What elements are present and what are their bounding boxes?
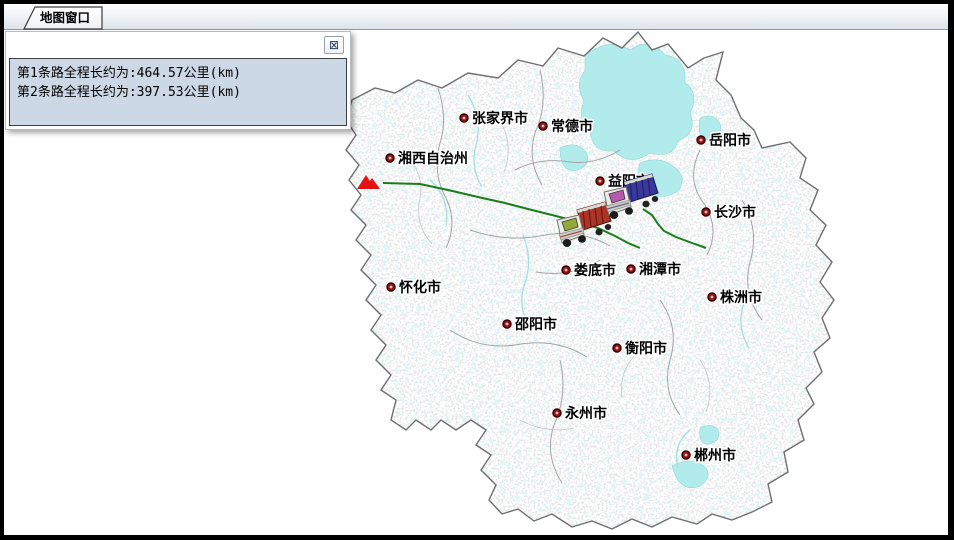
- city-label: 郴州市: [694, 447, 736, 464]
- city-label: 株洲市: [720, 289, 762, 306]
- window-border-bottom: [0, 535, 954, 540]
- popup-close-button[interactable]: ⊠: [324, 36, 344, 54]
- city-label: 娄底市: [574, 262, 616, 279]
- city-marker-dot: [565, 269, 568, 272]
- tab-label: 地图窗口: [40, 10, 90, 25]
- city-marker-dot: [542, 125, 545, 128]
- tab-strip: 地图窗口: [4, 4, 948, 30]
- city-marker-dot: [506, 323, 509, 326]
- city-marker-dot: [616, 347, 619, 350]
- city-marker-dot: [599, 180, 602, 183]
- route-2-length: 第2条路全程长约为:397.53公里(km): [17, 83, 339, 102]
- city-label: 怀化市: [399, 279, 441, 296]
- map-window: 湘西自治州张家界市常德市岳阳市益阳市长沙市娄底市湘潭市株洲市怀化市邵阳市衡阳市永…: [0, 0, 954, 540]
- route-info-popup[interactable]: ⊠ 第1条路全程长约为:464.57公里(km) 第2条路全程长约为:397.5…: [5, 31, 351, 130]
- city-label: 湘西自治州: [398, 150, 468, 167]
- city-marker-dot: [685, 454, 688, 457]
- window-border-right: [948, 0, 954, 540]
- route-1-length: 第1条路全程长约为:464.57公里(km): [17, 64, 339, 83]
- city-label: 邵阳市: [514, 316, 557, 333]
- tab-map-window[interactable]: 地图窗口: [18, 5, 118, 30]
- city-marker-dot: [463, 117, 466, 120]
- city-label: 岳阳市: [709, 132, 751, 149]
- city-label: 张家界市: [472, 110, 528, 127]
- city-label: 衡阳市: [625, 340, 667, 357]
- city-marker-dot: [389, 157, 392, 160]
- city-marker-dot: [556, 412, 559, 415]
- city-marker-dot: [630, 268, 633, 271]
- city-item: 湘西自治州: [386, 150, 468, 167]
- city-marker-dot: [711, 296, 714, 299]
- city-marker-dot: [705, 211, 708, 214]
- city-marker-dot: [390, 286, 393, 289]
- window-border-top: [0, 0, 954, 4]
- city-label: 永州市: [564, 405, 607, 422]
- route-info-box: 第1条路全程长约为:464.57公里(km) 第2条路全程长约为:397.53公…: [9, 58, 347, 126]
- city-label: 湘潭市: [639, 261, 681, 278]
- city-label: 长沙市: [714, 204, 756, 221]
- city-label: 常德市: [551, 118, 593, 135]
- city-marker-dot: [700, 139, 703, 142]
- window-border-left: [0, 0, 4, 540]
